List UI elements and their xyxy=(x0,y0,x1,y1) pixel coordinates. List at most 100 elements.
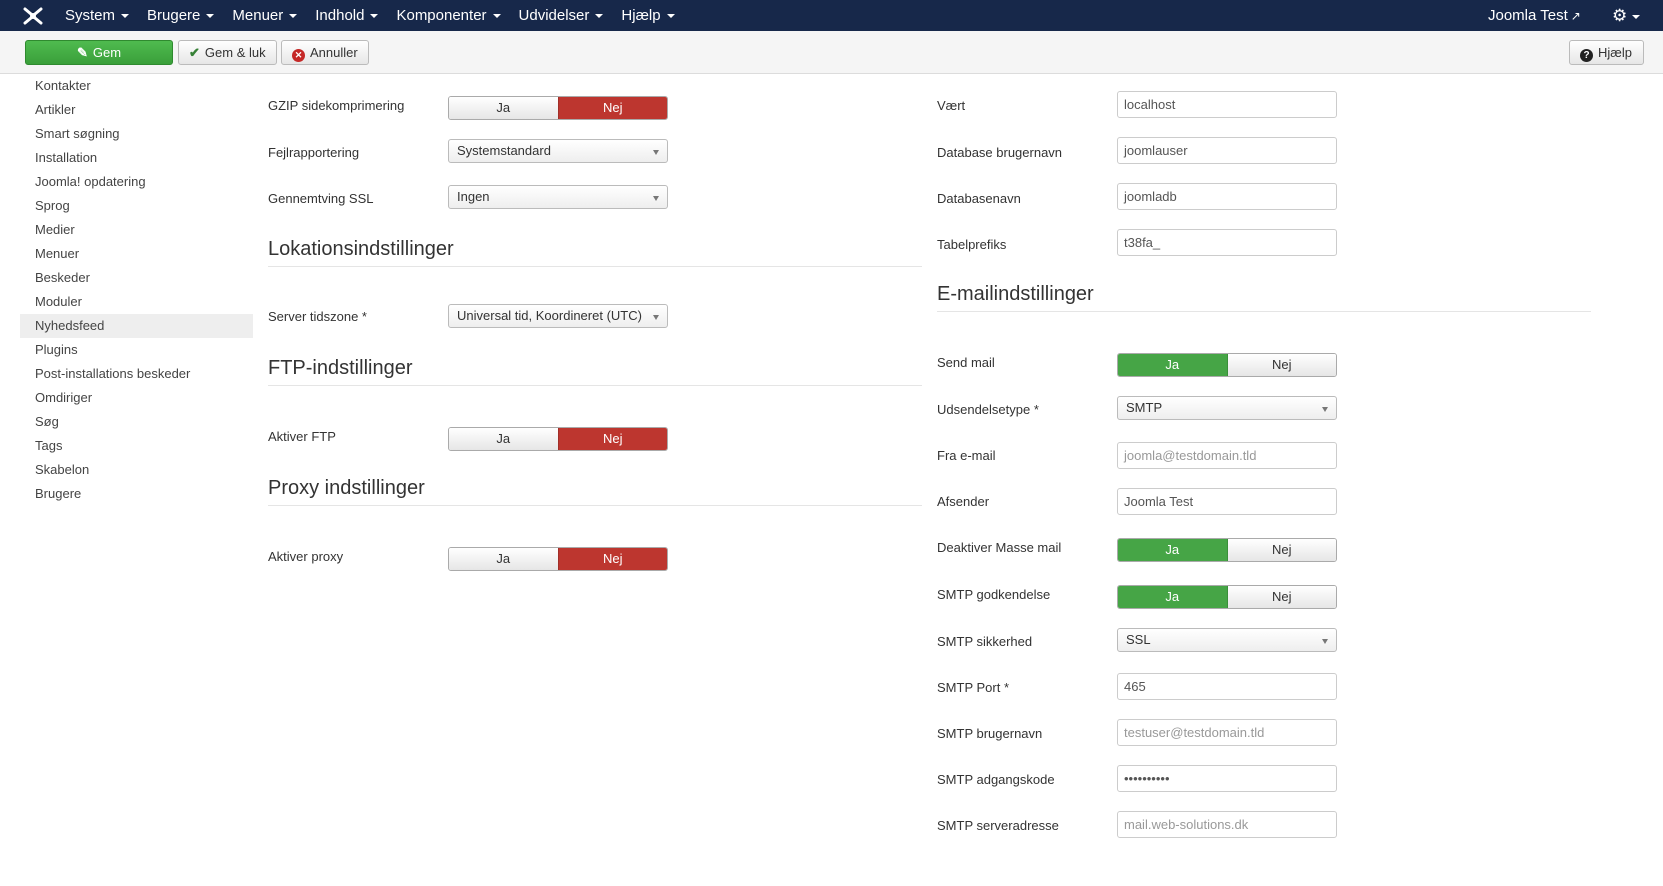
smtp-secure-label: SMTP sikkerhed xyxy=(937,634,1033,649)
sidebar-item-artikler[interactable]: Artikler xyxy=(20,98,253,122)
smtp-port-input[interactable]: 465 xyxy=(1117,673,1337,700)
sidebar-item-soeg[interactable]: Søg xyxy=(20,410,253,434)
mass-mail-no-option[interactable]: Nej xyxy=(1227,539,1336,561)
sidebar-item-moduler[interactable]: Moduler xyxy=(20,290,253,314)
save-close-button[interactable]: ✔ Gem & luk xyxy=(178,40,277,65)
caret-down-icon xyxy=(1632,14,1641,19)
dropdown-arrow-icon xyxy=(653,196,659,201)
section-divider xyxy=(268,266,922,267)
sidebar-item-nyhedsfeed[interactable]: Nyhedsfeed xyxy=(20,314,253,338)
force-ssl-select[interactable]: Ingen xyxy=(448,185,668,209)
menu-udvidelser[interactable]: Udvidelser xyxy=(510,0,613,31)
save-button[interactable]: ✎ Gem xyxy=(25,40,173,65)
menu-brugere[interactable]: Brugere xyxy=(138,0,223,31)
from-name-input[interactable]: Joomla Test xyxy=(1117,488,1337,515)
sidebar-item-skabelon[interactable]: Skabelon xyxy=(20,458,253,482)
sidebar-item-plugins[interactable]: Plugins xyxy=(20,338,253,362)
ftp-no-option[interactable]: Nej xyxy=(557,428,667,450)
sidebar-item-tags[interactable]: Tags xyxy=(20,434,253,458)
gzip-no-option[interactable]: Nej xyxy=(557,97,667,119)
close-circle-icon: ✕ xyxy=(292,49,305,62)
proxy-toggle[interactable]: Ja Nej xyxy=(448,547,668,571)
menu-menuer[interactable]: Menuer xyxy=(223,0,306,31)
db-user-input[interactable]: joomlauser xyxy=(1117,137,1337,164)
question-icon: ? xyxy=(1580,49,1593,62)
caret-down-icon xyxy=(121,14,130,19)
from-email-input[interactable]: joomla@testdomain.tld xyxy=(1117,442,1337,469)
host-input[interactable]: localhost xyxy=(1117,91,1337,118)
db-user-label: Database brugernavn xyxy=(937,145,1063,160)
sidebar-item-kontakter[interactable]: Kontakter xyxy=(20,74,253,98)
caret-down-icon xyxy=(666,14,675,19)
mass-mail-yes-option[interactable]: Ja xyxy=(1118,539,1228,561)
help-button[interactable]: ? Hjælp xyxy=(1569,40,1644,65)
dropdown-arrow-icon xyxy=(653,315,659,320)
proxy-yes-option[interactable]: Ja xyxy=(449,548,558,570)
prefix-label: Tabelprefiks xyxy=(937,237,1007,252)
send-mail-no-option[interactable]: Nej xyxy=(1227,354,1336,376)
smtp-auth-toggle[interactable]: Ja Nej xyxy=(1117,585,1337,609)
timezone-label: Server tidszone * xyxy=(268,309,367,324)
sidebar-item-sprog[interactable]: Sprog xyxy=(20,194,253,218)
gzip-yes-option[interactable]: Ja xyxy=(449,97,558,119)
sidebar-item-smart-soegning[interactable]: Smart søgning xyxy=(20,122,253,146)
proxy-no-option[interactable]: Nej xyxy=(557,548,667,570)
smtp-user-input[interactable]: testuser@testdomain.tld xyxy=(1117,719,1337,746)
smtp-user-label: SMTP brugernavn xyxy=(937,726,1043,741)
caret-down-icon xyxy=(595,14,604,19)
mass-mail-label: Deaktiver Masse mail xyxy=(937,540,1062,555)
sidebar-item-menuer[interactable]: Menuer xyxy=(20,242,253,266)
component-sidebar: Kontakter Artikler Smart søgning Install… xyxy=(20,74,253,506)
smtp-host-input[interactable]: mail.web-solutions.dk xyxy=(1117,811,1337,838)
from-email-label: Fra e-mail xyxy=(937,448,996,463)
ftp-label: Aktiver FTP xyxy=(268,429,336,444)
gear-icon: ⚙ xyxy=(1612,6,1628,25)
sidebar-item-beskeder[interactable]: Beskeder xyxy=(20,266,253,290)
sidebar-item-brugere[interactable]: Brugere xyxy=(20,482,253,506)
dropdown-arrow-icon xyxy=(1322,639,1328,644)
joomla-logo-icon[interactable] xyxy=(22,5,44,27)
smtp-pass-label: SMTP adgangskode xyxy=(937,772,1055,787)
menu-hjaelp[interactable]: Hjælp xyxy=(612,0,683,31)
send-mail-toggle[interactable]: Ja Nej xyxy=(1117,353,1337,377)
mail-section-title: E-mailindstillinger xyxy=(937,283,1094,305)
section-divider xyxy=(268,505,922,506)
timezone-select[interactable]: Universal tid, Koordineret (UTC) xyxy=(448,304,668,328)
sidebar-item-installation[interactable]: Installation xyxy=(20,146,253,170)
caret-down-icon xyxy=(206,14,215,19)
menu-system[interactable]: System xyxy=(56,0,138,31)
force-ssl-label: Gennemtving SSL xyxy=(268,191,374,206)
smtp-auth-no-option[interactable]: Nej xyxy=(1227,586,1336,608)
proxy-section-title: Proxy indstillinger xyxy=(268,477,425,499)
section-divider xyxy=(937,311,1591,312)
error-reporting-select[interactable]: Systemstandard xyxy=(448,139,668,163)
smtp-pass-input[interactable]: •••••••••• xyxy=(1117,765,1337,792)
main-menu: System Brugere Menuer Indhold Komponente… xyxy=(56,0,684,31)
prefix-input[interactable]: t38fa_ xyxy=(1117,229,1337,256)
menu-indhold[interactable]: Indhold xyxy=(306,0,387,31)
user-menu[interactable]: ⚙ xyxy=(1612,0,1641,31)
ftp-toggle[interactable]: Ja Nej xyxy=(448,427,668,451)
cancel-button[interactable]: ✕ Annuller xyxy=(281,40,369,65)
toolbar: ✎ Gem ✔ Gem & luk ✕ Annuller ? Hjælp xyxy=(0,31,1663,74)
host-label: Vært xyxy=(937,98,966,113)
send-mail-yes-option[interactable]: Ja xyxy=(1118,354,1228,376)
db-name-input[interactable]: joomladb xyxy=(1117,183,1337,210)
site-link[interactable]: Joomla Test ↗ xyxy=(1488,0,1581,32)
smtp-auth-yes-option[interactable]: Ja xyxy=(1118,586,1228,608)
ftp-yes-option[interactable]: Ja xyxy=(449,428,558,450)
gzip-label: GZIP sidekomprimering xyxy=(268,98,405,113)
caret-down-icon xyxy=(370,14,379,19)
menu-komponenter[interactable]: Komponenter xyxy=(387,0,509,31)
sidebar-item-post-installation[interactable]: Post-installations beskeder xyxy=(20,362,253,386)
sidebar-item-joomla-opdatering[interactable]: Joomla! opdatering xyxy=(20,170,253,194)
error-reporting-label: Fejlrapportering xyxy=(268,145,360,160)
gzip-toggle[interactable]: Ja Nej xyxy=(448,96,668,120)
mailer-select[interactable]: SMTP xyxy=(1117,396,1337,420)
sidebar-item-omdiriger[interactable]: Omdiriger xyxy=(20,386,253,410)
sidebar-item-medier[interactable]: Medier xyxy=(20,218,253,242)
smtp-secure-select[interactable]: SSL xyxy=(1117,628,1337,652)
mass-mail-toggle[interactable]: Ja Nej xyxy=(1117,538,1337,562)
from-name-label: Afsender xyxy=(937,494,990,509)
ftp-section-title: FTP-indstillinger xyxy=(268,357,413,379)
